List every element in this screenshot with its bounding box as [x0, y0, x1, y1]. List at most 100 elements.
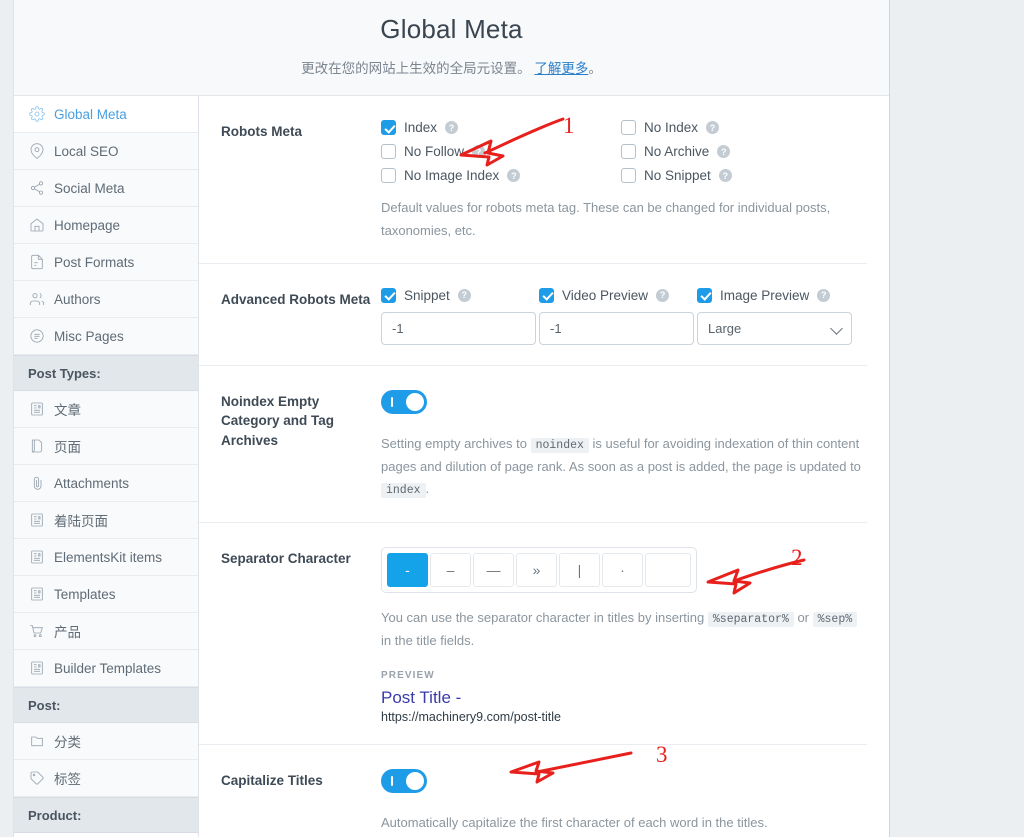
- share-icon: [28, 180, 45, 197]
- sidebar-item-elementskit-items[interactable]: ElementsKit items: [14, 539, 198, 576]
- separator-option-hyphen[interactable]: -: [387, 553, 428, 587]
- checkbox-no-follow-box[interactable]: [381, 144, 396, 159]
- noindex-empty-label: Noindex Empty Category and Tag Archives: [221, 390, 381, 502]
- sidebar-item-local-seo[interactable]: Local SEO: [14, 133, 198, 170]
- checkbox-index-box[interactable]: [381, 120, 396, 135]
- separator-help-part2: in the title fields.: [381, 633, 474, 648]
- sidebar-item-landing-pages[interactable]: 着陆页面: [14, 502, 198, 539]
- advanced-robots-meta-field: Snippet ? -1 Video Preview: [381, 288, 867, 345]
- row-noindex-empty: Noindex Empty Category and Tag Archives …: [199, 366, 867, 523]
- preview-url: https://machinery9.com/post-title: [381, 710, 867, 724]
- toggle-bar: [391, 397, 393, 407]
- help-icon[interactable]: ?: [719, 169, 732, 182]
- checkbox-no-archive-box[interactable]: [621, 144, 636, 159]
- sidebar-item-builder-templates[interactable]: Builder Templates: [14, 650, 198, 687]
- sidebar-item-label: Social Meta: [54, 181, 125, 196]
- separator-option-custom[interactable]: [645, 553, 691, 587]
- separator-button-group[interactable]: - – — » | ·: [381, 547, 697, 593]
- sidebar-item-posts[interactable]: 文章: [14, 391, 198, 428]
- separator-option-middot[interactable]: ·: [602, 553, 643, 587]
- checkbox-no-follow[interactable]: No Follow ?: [381, 144, 621, 159]
- noindex-empty-field: Setting empty archives to noindex is use…: [381, 390, 867, 502]
- separator-option-endash[interactable]: –: [430, 553, 471, 587]
- advanced-robots-meta-label: Advanced Robots Meta: [221, 288, 381, 345]
- sidebar[interactable]: Global Meta Local SEO Social Meta: [14, 96, 199, 837]
- help-icon[interactable]: ?: [706, 121, 719, 134]
- sidebar-item-post-formats[interactable]: Post Formats: [14, 244, 198, 281]
- sidebar-item-products[interactable]: 产品: [14, 613, 198, 650]
- sidebar-group-product: Product:: [14, 797, 198, 833]
- robots-meta-label: Robots Meta: [221, 120, 381, 243]
- toggle-knob: [406, 393, 424, 411]
- checkbox-no-archive[interactable]: No Archive ?: [621, 144, 861, 159]
- checkbox-no-image-index[interactable]: No Image Index ?: [381, 168, 621, 183]
- sidebar-item-attachments[interactable]: Attachments: [14, 465, 198, 502]
- checkbox-index[interactable]: Index ?: [381, 120, 621, 135]
- noindex-code: noindex: [531, 438, 589, 453]
- page-title: Global Meta: [14, 14, 889, 45]
- post-icon: [28, 401, 45, 418]
- help-icon[interactable]: ?: [458, 289, 471, 302]
- separator-token-code: %separator%: [708, 612, 794, 627]
- sidebar-item-categories[interactable]: 分类: [14, 723, 198, 760]
- folder-icon: [28, 733, 45, 750]
- row-separator-character: Separator Character - – — » | · You c: [199, 523, 867, 746]
- help-icon[interactable]: ?: [445, 121, 458, 134]
- image-preview-select[interactable]: Large: [697, 312, 852, 345]
- checkbox-snippet-label: Snippet: [404, 288, 450, 303]
- sidebar-item-homepage[interactable]: Homepage: [14, 207, 198, 244]
- post-icon: [28, 549, 45, 566]
- help-icon[interactable]: ?: [507, 169, 520, 182]
- separator-help: You can use the separator character in t…: [381, 607, 861, 653]
- sidebar-item-label: 分类: [54, 731, 81, 751]
- checkbox-video-preview-box[interactable]: [539, 288, 554, 303]
- noindex-empty-toggle[interactable]: [381, 390, 427, 414]
- row-advanced-robots-meta: Advanced Robots Meta Snippet ? -1: [199, 264, 867, 366]
- checkbox-video-preview[interactable]: Video Preview ?: [539, 288, 697, 303]
- sidebar-item-label: 着陆页面: [54, 510, 108, 530]
- robots-meta-help: Default values for robots meta tag. Thes…: [381, 197, 861, 243]
- sidebar-item-label: ElementsKit items: [54, 550, 162, 565]
- video-preview-input-value: -1: [550, 321, 562, 336]
- checkbox-video-preview-label: Video Preview: [562, 288, 648, 303]
- checkbox-no-index[interactable]: No Index ?: [621, 120, 861, 135]
- sidebar-item-tags[interactable]: 标签: [14, 760, 198, 797]
- help-icon[interactable]: ?: [656, 289, 669, 302]
- screen-root: Global Meta 更改在您的网站上生效的全局元设置。 了解更多。 Glob…: [0, 0, 1024, 837]
- separator-option-guillemet[interactable]: »: [516, 553, 557, 587]
- post-icon: [28, 512, 45, 529]
- help-icon[interactable]: ?: [817, 289, 830, 302]
- toggle-bar: [391, 776, 393, 786]
- gear-icon: [28, 106, 45, 123]
- help-icon[interactable]: ?: [717, 145, 730, 158]
- sidebar-item-misc-pages[interactable]: Misc Pages: [14, 318, 198, 355]
- chevron-down-icon: [830, 322, 843, 335]
- snippet-input[interactable]: -1: [381, 312, 536, 345]
- sidebar-item-pages[interactable]: 页面: [14, 428, 198, 465]
- checkbox-no-snippet[interactable]: No Snippet ?: [621, 168, 861, 183]
- sidebar-item-global-meta[interactable]: Global Meta: [14, 96, 198, 133]
- checkbox-image-preview-box[interactable]: [697, 288, 712, 303]
- page-icon: [28, 438, 45, 455]
- help-icon[interactable]: ?: [472, 145, 485, 158]
- sidebar-item-label: 页面: [54, 436, 81, 456]
- checkbox-image-preview[interactable]: Image Preview ?: [697, 288, 855, 303]
- users-icon: [28, 291, 45, 308]
- separator-option-emdash[interactable]: —: [473, 553, 514, 587]
- separator-option-pipe[interactable]: |: [559, 553, 600, 587]
- sidebar-item-label: Builder Templates: [54, 661, 161, 676]
- separator-help-part1: You can use the separator character in t…: [381, 610, 704, 625]
- checkbox-snippet-box[interactable]: [381, 288, 396, 303]
- checkbox-no-index-box[interactable]: [621, 120, 636, 135]
- checkbox-no-snippet-box[interactable]: [621, 168, 636, 183]
- checkbox-no-image-index-box[interactable]: [381, 168, 396, 183]
- tag-icon: [28, 770, 45, 787]
- sidebar-item-authors[interactable]: Authors: [14, 281, 198, 318]
- video-preview-input[interactable]: -1: [539, 312, 694, 345]
- capitalize-toggle[interactable]: [381, 769, 427, 793]
- learn-more-link[interactable]: 了解更多: [534, 61, 588, 76]
- sidebar-item-templates[interactable]: Templates: [14, 576, 198, 613]
- checkbox-snippet[interactable]: Snippet ?: [381, 288, 539, 303]
- sidebar-group-post-types: Post Types:: [14, 355, 198, 391]
- sidebar-item-social-meta[interactable]: Social Meta: [14, 170, 198, 207]
